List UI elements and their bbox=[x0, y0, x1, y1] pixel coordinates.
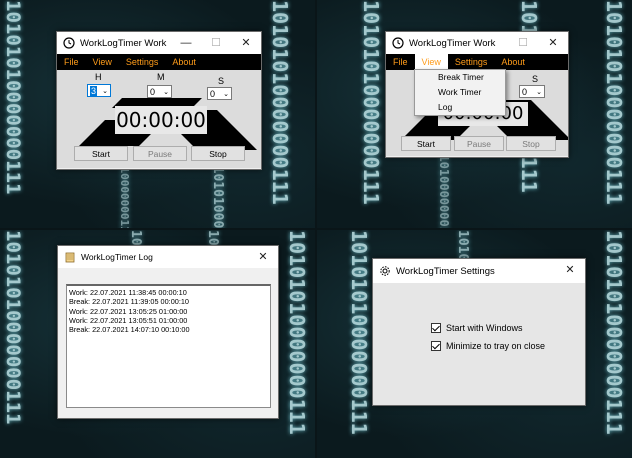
menu-view[interactable]: View bbox=[414, 54, 448, 70]
title-bar: WorkLogTimer Settings ✕ bbox=[373, 259, 585, 283]
menu-view[interactable]: View bbox=[86, 54, 119, 70]
close-icon[interactable]: ✕ bbox=[231, 32, 261, 54]
binary-rain: 10101010000000111 bbox=[285, 230, 309, 435]
menu-about[interactable]: About bbox=[165, 54, 203, 70]
binary-rain: 10101010000000111 bbox=[347, 230, 371, 435]
stop-button[interactable]: Stop bbox=[191, 146, 245, 161]
seconds-select[interactable]: 0 ⌄ bbox=[207, 87, 232, 100]
close-icon[interactable]: ✕ bbox=[538, 32, 568, 54]
hours-select[interactable]: 3 ⌄ bbox=[87, 84, 111, 97]
start-with-windows-checkbox[interactable]: Start with Windows bbox=[431, 323, 523, 333]
menu-about[interactable]: About bbox=[494, 54, 532, 70]
menu-settings[interactable]: Settings bbox=[448, 54, 495, 70]
close-icon[interactable]: ✕ bbox=[248, 246, 278, 268]
view-dropdown-menu: Break Timer Work Timer Log bbox=[414, 69, 506, 116]
menu-bar: File View Settings About bbox=[57, 54, 261, 70]
binary-rain: 10101010000000111 bbox=[268, 0, 292, 205]
gear-icon bbox=[380, 266, 390, 276]
minutes-label: M bbox=[157, 72, 165, 82]
menu-bar: File View Settings About bbox=[386, 54, 568, 70]
title-bar: WorkLogTimer Log ✕ bbox=[58, 246, 278, 268]
start-button[interactable]: Start bbox=[401, 136, 451, 151]
menu-item-break-timer[interactable]: Break Timer bbox=[415, 70, 505, 85]
menu-settings[interactable]: Settings bbox=[119, 54, 166, 70]
minutes-select[interactable]: 0 ⌄ bbox=[147, 85, 172, 98]
desktop-background-3: 10101010000000111 101010000000111 101010… bbox=[0, 230, 315, 458]
menu-file[interactable]: File bbox=[386, 54, 415, 70]
log-window: WorkLogTimer Log ✕ Work: 22.07.2021 11:3… bbox=[57, 245, 279, 419]
log-entry: Work: 22.07.2021 11:38:45 00:00:10 bbox=[69, 288, 187, 297]
menu-item-log[interactable]: Log bbox=[415, 100, 505, 115]
clock-icon bbox=[63, 37, 75, 49]
menu-item-work-timer[interactable]: Work Timer bbox=[415, 85, 505, 100]
option-label: Start with Windows bbox=[446, 323, 523, 333]
clock-icon bbox=[392, 37, 404, 49]
settings-window: WorkLogTimer Settings ✕ Start with Windo… bbox=[372, 258, 586, 406]
binary-rain: 10101010000000111 bbox=[2, 0, 24, 195]
menu-file[interactable]: File bbox=[57, 54, 86, 70]
chevron-down-icon: ⌄ bbox=[163, 89, 169, 96]
log-entry: Work: 22.07.2021 13:05:51 01:00:00 bbox=[69, 315, 188, 325]
timer-window-view-menu: WorkLogTimer Work ☐ ✕ File View Settings… bbox=[385, 31, 569, 158]
binary-rain: 10101010000000111 bbox=[602, 0, 626, 205]
window-title: WorkLogTimer Log bbox=[81, 252, 153, 262]
checkbox-checked-icon[interactable] bbox=[431, 341, 441, 351]
start-button[interactable]: Start bbox=[74, 146, 128, 161]
checkbox-checked-icon[interactable] bbox=[431, 323, 441, 333]
stop-button[interactable]: Stop bbox=[506, 136, 556, 151]
log-entry: Work: 22.07.2021 13:05:25 01:00:00 bbox=[69, 306, 188, 316]
pause-button[interactable]: Pause bbox=[133, 146, 187, 161]
option-label: Minimize to tray on close bbox=[446, 341, 546, 351]
maximize-icon[interactable]: ☐ bbox=[508, 32, 538, 54]
desktop-background-4: 10101010000000111 101010000000111 101010… bbox=[317, 230, 632, 458]
log-body: Work: 22.07.2021 11:38:45 00:00:10 Break… bbox=[58, 268, 278, 418]
window-title: WorkLogTimer Work bbox=[80, 37, 167, 49]
window-title: WorkLogTimer Settings bbox=[396, 265, 495, 277]
seconds-select[interactable]: 0 ⌄ bbox=[519, 85, 545, 98]
minimize-to-tray-checkbox[interactable]: Minimize to tray on close bbox=[431, 341, 545, 351]
title-bar: WorkLogTimer Work ☐ ✕ bbox=[386, 32, 568, 54]
maximize-icon[interactable]: ☐ bbox=[201, 32, 231, 54]
log-entry: Break: 22.07.2021 14:07:10 00:10:00 bbox=[69, 325, 190, 335]
chevron-down-icon: ⌄ bbox=[536, 89, 542, 96]
title-bar: WorkLogTimer Work — ☐ ✕ bbox=[57, 32, 261, 54]
desktop-background-1: 10101010000000111 101010000000111 101010… bbox=[0, 0, 315, 228]
seconds-label: S bbox=[218, 76, 225, 86]
log-entry: Break: 22.07.2021 11:39:05 00:00:10 bbox=[69, 297, 189, 307]
close-icon[interactable]: ✕ bbox=[555, 259, 585, 281]
chevron-down-icon: ⌄ bbox=[223, 91, 229, 98]
timer-window: WorkLogTimer Work — ☐ ✕ File View Settin… bbox=[56, 31, 262, 170]
log-list[interactable]: Work: 22.07.2021 11:38:45 00:00:10 Break… bbox=[66, 284, 271, 408]
seconds-label: S bbox=[532, 74, 539, 84]
binary-rain: 10101010000000111 bbox=[2, 230, 24, 425]
binary-rain: 10101010000000111 bbox=[602, 230, 626, 435]
notebook-icon bbox=[65, 252, 75, 263]
window-title: WorkLogTimer Work bbox=[409, 37, 496, 49]
desktop-background-2: 10101010000000111 101010000000111 101010… bbox=[317, 0, 632, 228]
binary-rain: 10101010000000111 bbox=[359, 0, 383, 205]
timer-body: H M S 3 ⌄ 0 ⌄ 0 ⌄ 00:00:00 Start Pause Stop bbox=[57, 70, 261, 168]
minimize-icon[interactable]: — bbox=[171, 32, 201, 54]
chevron-down-icon: ⌄ bbox=[102, 88, 108, 95]
pause-button[interactable]: Pause bbox=[454, 136, 504, 151]
hours-label: H bbox=[95, 72, 102, 82]
timer-display: 00:00:00 bbox=[115, 106, 207, 134]
